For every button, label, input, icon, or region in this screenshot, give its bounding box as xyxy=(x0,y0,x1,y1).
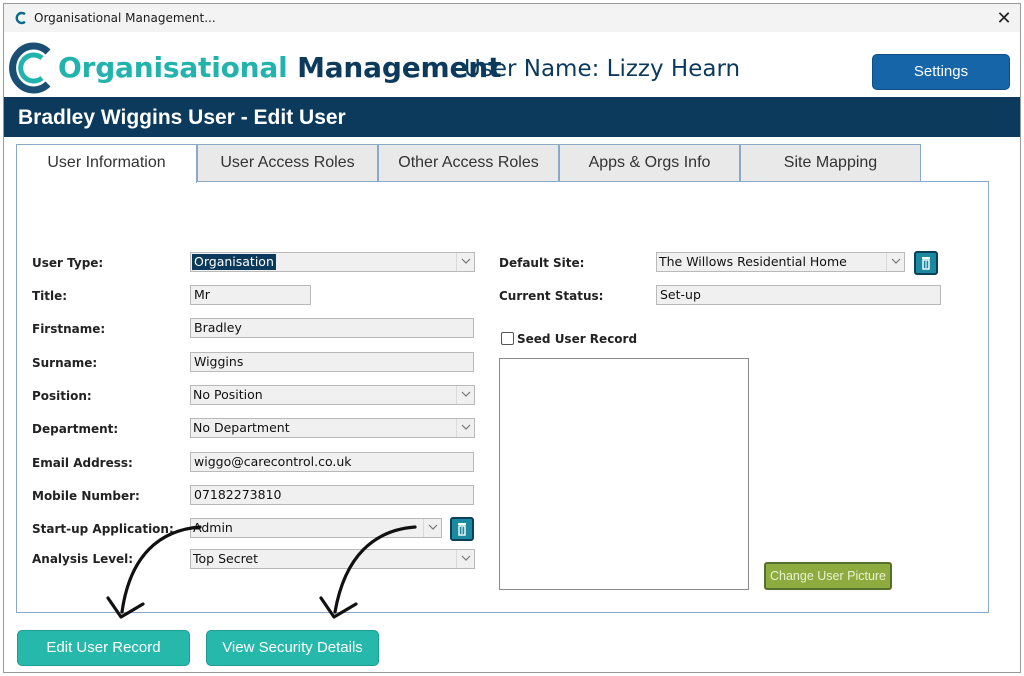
page-title-bar: Bradley Wiggins User - Edit User xyxy=(4,97,1020,137)
startup-application-label: Start-up Application: xyxy=(32,522,174,536)
change-user-picture-button[interactable]: Change User Picture xyxy=(764,562,892,590)
close-button[interactable]: ✕ xyxy=(992,6,1016,30)
app-logo-icon xyxy=(15,11,26,25)
mobile-label: Mobile Number: xyxy=(32,489,140,503)
page-title: Bradley Wiggins User - Edit User xyxy=(18,106,346,129)
seed-user-record-label: Seed User Record xyxy=(517,332,638,346)
position-value: No Position xyxy=(193,387,263,402)
title-label: Title: xyxy=(32,289,68,303)
analysis-level-select[interactable]: Top Secret xyxy=(190,549,475,569)
trash-icon xyxy=(458,523,466,536)
trash-icon xyxy=(922,257,930,270)
clear-default-site-button[interactable] xyxy=(914,251,938,275)
department-select[interactable]: No Department xyxy=(190,418,475,438)
firstname-label: Firstname: xyxy=(32,322,106,336)
department-value: No Department xyxy=(193,420,290,435)
view-security-details-button[interactable]: View Security Details xyxy=(206,630,379,666)
analysis-level-value: Top Secret xyxy=(193,551,259,566)
chevron-down-icon[interactable] xyxy=(456,419,474,437)
chevron-down-icon[interactable] xyxy=(886,253,904,271)
position-label: Position: xyxy=(32,389,92,403)
current-status-input[interactable]: Set-up xyxy=(656,285,941,305)
analysis-level-label: Analysis Level: xyxy=(32,552,134,566)
user-picture-box xyxy=(499,358,749,590)
title-input[interactable]: Mr xyxy=(190,285,311,305)
position-select[interactable]: No Position xyxy=(190,385,475,405)
brand-name: Organisational Management xyxy=(58,51,501,84)
title-bar: Organisational Management... ✕ xyxy=(4,4,1020,32)
default-site-label: Default Site: xyxy=(499,256,585,270)
clear-startup-application-button[interactable] xyxy=(450,517,474,541)
username-display: User Name: Lizzy Hearn xyxy=(464,56,741,82)
app-window: Organisational Management... ✕ Organisat… xyxy=(3,3,1021,673)
startup-application-select[interactable]: Admin xyxy=(190,518,442,538)
department-label: Department: xyxy=(32,422,119,436)
seed-checkbox-box[interactable] xyxy=(501,332,514,345)
tab-user-access-roles[interactable]: User Access Roles xyxy=(197,144,378,182)
user-type-select[interactable]: Organisation xyxy=(190,252,475,272)
chevron-down-icon[interactable] xyxy=(456,550,474,568)
email-input[interactable]: wiggo@carecontrol.co.uk xyxy=(190,452,474,472)
window-title: Organisational Management... xyxy=(34,11,216,25)
chevron-down-icon[interactable] xyxy=(456,386,474,404)
default-site-select[interactable]: The Willows Residential Home xyxy=(656,252,905,272)
chevron-down-icon[interactable] xyxy=(456,253,474,271)
surname-input[interactable]: Wiggins xyxy=(190,352,474,372)
default-site-value: The Willows Residential Home xyxy=(659,254,847,269)
firstname-input[interactable]: Bradley xyxy=(190,318,474,338)
user-type-label: User Type: xyxy=(32,256,104,270)
brand-logo-icon xyxy=(9,42,51,94)
chevron-down-icon[interactable] xyxy=(423,519,441,537)
tab-apps-orgs-info[interactable]: Apps & Orgs Info xyxy=(559,144,740,182)
edit-user-record-button[interactable]: Edit User Record xyxy=(17,630,190,666)
current-status-label: Current Status: xyxy=(499,289,604,303)
tab-site-mapping[interactable]: Site Mapping xyxy=(740,144,921,182)
tab-user-information[interactable]: User Information xyxy=(16,144,197,183)
surname-label: Surname: xyxy=(32,356,98,370)
user-type-value: Organisation xyxy=(192,254,276,270)
app-header: Organisational Management User Name: Liz… xyxy=(4,32,1020,98)
brand-name-part1: Organisational xyxy=(58,51,288,84)
email-label: Email Address: xyxy=(32,456,133,470)
tab-other-access-roles[interactable]: Other Access Roles xyxy=(378,144,559,182)
mobile-input[interactable]: 07182273810 xyxy=(190,485,474,505)
settings-button[interactable]: Settings xyxy=(872,54,1010,90)
close-icon: ✕ xyxy=(996,8,1012,28)
startup-application-value: Admin xyxy=(193,520,233,535)
